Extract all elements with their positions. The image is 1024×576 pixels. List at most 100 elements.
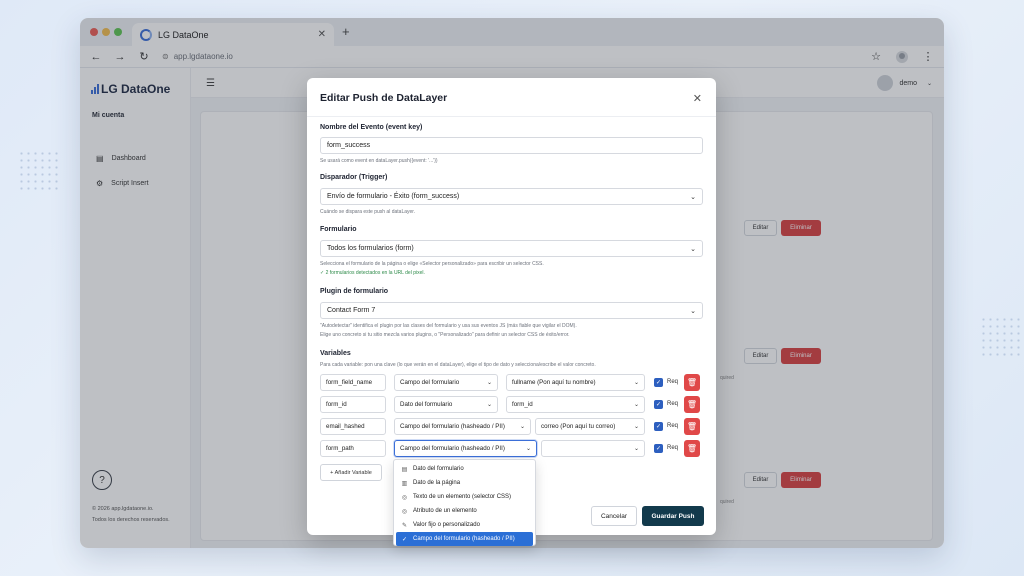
variable-type-select[interactable]: Dato del formulario ⌄ <box>394 396 498 413</box>
decoration-dots <box>980 316 1020 356</box>
close-icon[interactable]: ✕ <box>693 92 702 105</box>
chevron-down-icon: ⌄ <box>690 307 696 315</box>
variable-type-select[interactable]: Campo del formulario (hasheado / PII) ⌄ <box>394 418 531 435</box>
chevron-down-icon: ⌄ <box>690 245 696 253</box>
variable-type-dropdown: ▤ Dato del formulario ▥ Dato de la págin… <box>393 459 536 546</box>
target-icon: ◎ <box>401 494 408 501</box>
variable-key-input[interactable]: form_field_name <box>320 374 386 391</box>
chevron-down-icon: ⌄ <box>633 380 639 386</box>
delete-variable-button[interactable]: 🗑 <box>684 440 700 457</box>
page-icon: ▥ <box>401 480 408 487</box>
trigger-label: Disparador (Trigger) <box>320 174 388 181</box>
variables-help: Para cada variable: pon una clave (lo qu… <box>320 362 596 368</box>
chevron-down-icon: ⌄ <box>633 402 639 408</box>
event-key-help: Se usará como event en dataLayer.push({e… <box>320 158 438 164</box>
variable-key: form_id <box>326 401 347 408</box>
variable-type: Campo del formulario <box>400 379 460 386</box>
modal-title: Editar Push de DataLayer <box>320 92 448 104</box>
variable-type-select[interactable]: Campo del formulario ⌄ <box>394 374 498 391</box>
plugin-value: Contact Form 7 <box>327 307 376 314</box>
option-label: Dato del formulario <box>413 466 464 472</box>
chevron-down-icon: ⌄ <box>519 424 525 430</box>
variable-value: fullname (Pon aquí tu nombre) <box>512 379 596 386</box>
form-label: Formulario <box>320 226 357 233</box>
required-label: Req <box>667 445 679 451</box>
save-push-button[interactable]: Guardar Push <box>642 506 704 526</box>
decoration-dots <box>18 150 58 190</box>
required-label: Req <box>667 379 679 385</box>
trash-icon: 🗑 <box>686 378 698 387</box>
plugin-help: "Autodetectar" identifica el plugin por … <box>320 323 577 329</box>
variable-value-select[interactable]: form_id ⌄ <box>506 396 645 413</box>
option-label: Texto de un elemento (selector CSS) <box>413 494 512 500</box>
option-label: Atributo de un elemento <box>413 508 477 514</box>
variable-value-select[interactable]: ⌄ <box>541 440 645 457</box>
variable-key: form_field_name <box>326 379 373 386</box>
trigger-select[interactable]: Envío de formulario - Éxito (form_succes… <box>320 188 703 205</box>
option-label: Dato de la página <box>413 480 461 486</box>
trash-icon: 🗑 <box>686 422 698 431</box>
variable-key: email_hashed <box>326 423 365 430</box>
dropdown-option-page-data[interactable]: ▥ Dato de la página <box>394 476 535 490</box>
chevron-down-icon: ⌄ <box>486 380 492 386</box>
required-label: Req <box>667 401 679 407</box>
pencil-icon: ✎ <box>401 522 408 529</box>
option-label: Campo del formulario (hasheado / PII) <box>413 536 515 542</box>
trash-icon: 🗑 <box>686 400 698 409</box>
check-icon: ✓ <box>401 536 408 543</box>
chevron-down-icon: ⌄ <box>525 446 531 452</box>
plugin-help: Elige uno concreto si tu sitio mezcla va… <box>320 332 570 338</box>
chevron-down-icon: ⌄ <box>633 424 639 430</box>
variable-row: form_field_name Campo del formulario ⌄ fu… <box>320 374 703 391</box>
required-checkbox[interactable]: ✓ <box>654 444 663 453</box>
variable-row: email_hashed Campo del formulario (hashe… <box>320 418 703 435</box>
target-icon: ◎ <box>401 508 408 515</box>
divider <box>307 116 716 117</box>
variable-value-select[interactable]: correo (Pon aquí tu correo) ⌄ <box>535 418 645 435</box>
document-icon: ▤ <box>401 466 408 473</box>
variable-type: Campo del formulario (hasheado / PII) <box>400 445 505 452</box>
dropdown-option-element-text[interactable]: ◎ Texto de un elemento (selector CSS) <box>394 490 535 504</box>
chevron-down-icon: ⌄ <box>690 193 696 201</box>
dropdown-option-hashed-field[interactable]: ✓ Campo del formulario (hasheado / PII) <box>396 532 533 546</box>
dropdown-option-fixed-value[interactable]: ✎ Valor fijo o personalizado <box>394 518 535 532</box>
event-key-input[interactable]: form_success <box>320 137 703 154</box>
variable-row: form_id Dato del formulario ⌄ form_id ⌄ ✓ … <box>320 396 703 413</box>
trigger-value: Envío de formulario - Éxito (form_succes… <box>327 193 460 200</box>
variable-key-input[interactable]: form_path <box>320 440 386 457</box>
variable-value: form_id <box>512 401 533 408</box>
required-checkbox[interactable]: ✓ <box>654 378 663 387</box>
variables-label: Variables <box>320 350 351 357</box>
forms-detected-note: ✓ 2 formularios detectados en la URL del… <box>320 270 425 276</box>
variable-value: correo (Pon aquí tu correo) <box>541 423 616 430</box>
chevron-down-icon: ⌄ <box>486 402 492 408</box>
delete-variable-button[interactable]: 🗑 <box>684 396 700 413</box>
dropdown-option-element-attribute[interactable]: ◎ Atributo de un elemento <box>394 504 535 518</box>
required-checkbox[interactable]: ✓ <box>654 422 663 431</box>
chevron-down-icon: ⌄ <box>633 446 639 452</box>
event-key-value: form_success <box>327 142 371 149</box>
trigger-help: Cuándo se dispara este push al dataLayer… <box>320 209 416 215</box>
cancel-button[interactable]: Cancelar <box>591 506 637 526</box>
variable-row: form_path Campo del formulario (hasheado… <box>320 440 703 457</box>
delete-variable-button[interactable]: 🗑 <box>684 418 700 435</box>
plugin-select[interactable]: Contact Form 7 ⌄ <box>320 302 703 319</box>
form-value: Todos los formularios (form) <box>327 245 414 252</box>
event-key-label: Nombre del Evento (event key) <box>320 124 423 131</box>
required-label: Req <box>667 423 679 429</box>
plugin-label: Plugin de formulario <box>320 288 389 295</box>
delete-variable-button[interactable]: 🗑 <box>684 374 700 391</box>
variable-key-input[interactable]: email_hashed <box>320 418 386 435</box>
variable-type: Campo del formulario (hasheado / PII) <box>400 423 505 430</box>
form-select[interactable]: Todos los formularios (form) ⌄ <box>320 240 703 257</box>
variable-type-select[interactable]: Campo del formulario (hasheado / PII) ⌄ <box>394 440 537 457</box>
variable-value-select[interactable]: fullname (Pon aquí tu nombre) ⌄ <box>506 374 645 391</box>
trash-icon: 🗑 <box>686 444 698 453</box>
variable-key: form_path <box>326 445 354 452</box>
dropdown-option-form-data[interactable]: ▤ Dato del formulario <box>394 462 535 476</box>
variable-key-input[interactable]: form_id <box>320 396 386 413</box>
option-label: Valor fijo o personalizado <box>413 522 480 528</box>
required-checkbox[interactable]: ✓ <box>654 400 663 409</box>
variable-type: Dato del formulario <box>400 401 453 408</box>
add-variable-button[interactable]: + Añadir Variable <box>320 464 382 481</box>
